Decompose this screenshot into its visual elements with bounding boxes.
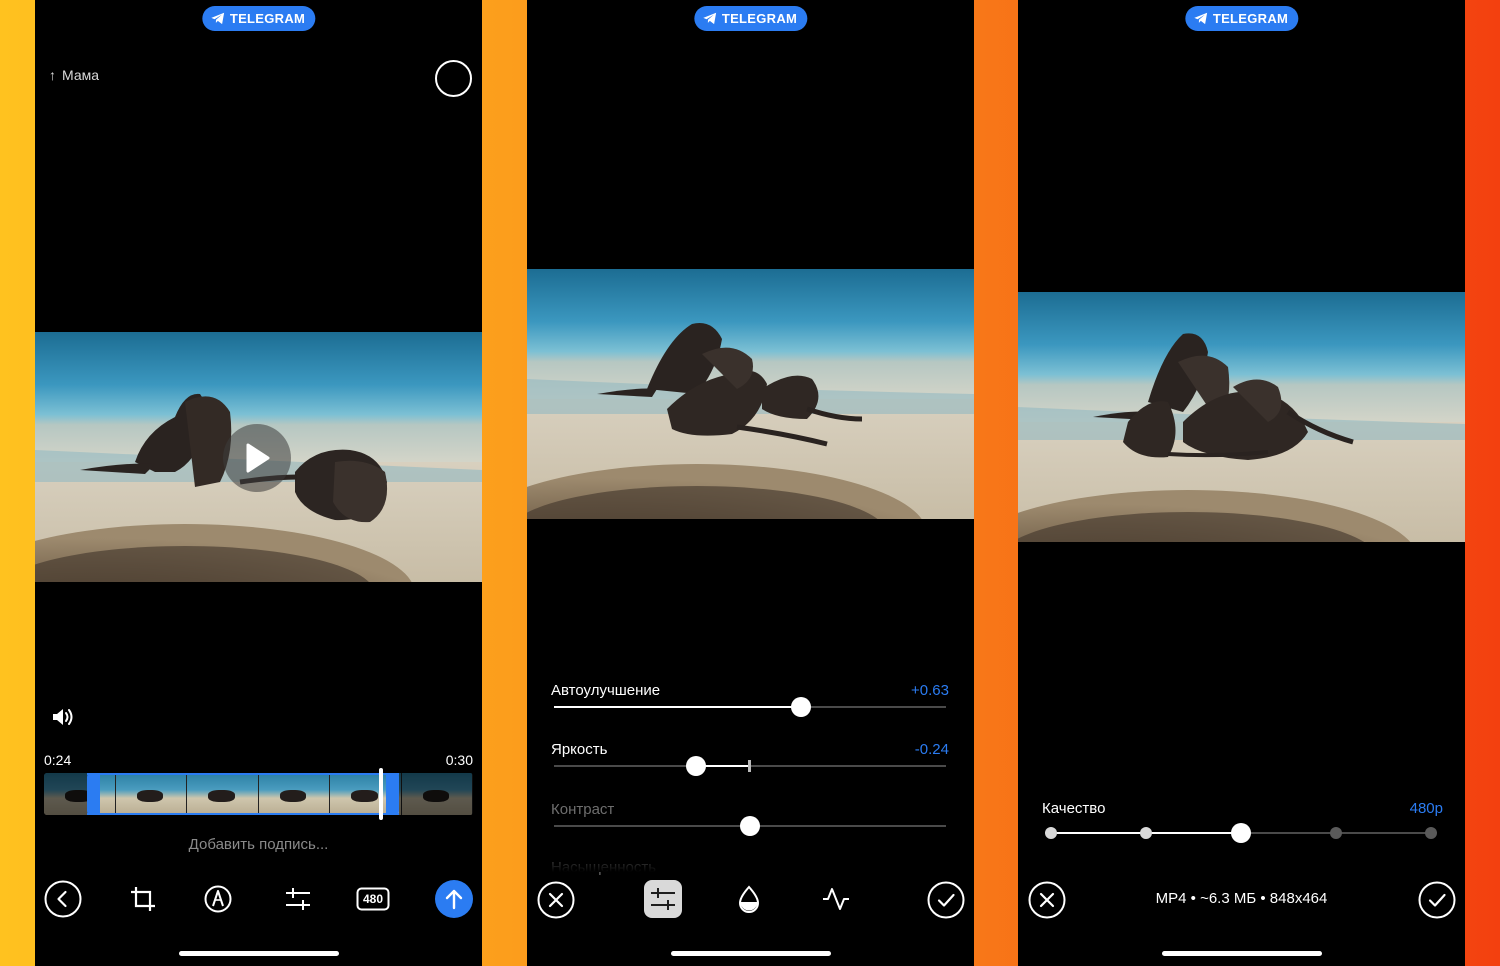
video-frame bbox=[527, 269, 974, 519]
telegram-icon bbox=[210, 12, 224, 25]
slider-value: -0.24 bbox=[914, 741, 949, 758]
slider-knob[interactable] bbox=[686, 756, 706, 776]
slider-fill bbox=[554, 706, 801, 708]
confirm-button[interactable] bbox=[926, 880, 966, 920]
play-button[interactable] bbox=[223, 424, 291, 492]
caption-input[interactable]: Добавить подпись... bbox=[35, 836, 482, 853]
slider-brightness[interactable]: Яркость -0.24 bbox=[551, 741, 949, 776]
editor-toolbar: 480 bbox=[44, 880, 473, 918]
trimmed-region-left bbox=[44, 773, 88, 815]
curves-tab[interactable] bbox=[817, 880, 855, 918]
cancel-icon bbox=[1028, 881, 1066, 919]
select-checkbox[interactable] bbox=[435, 60, 472, 97]
slider-label: Автоулучшение bbox=[551, 682, 661, 699]
video-preview[interactable] bbox=[35, 332, 482, 582]
confirm-button[interactable] bbox=[1417, 880, 1457, 920]
quality-toolbar bbox=[1027, 880, 1456, 920]
adjust-button[interactable] bbox=[279, 880, 317, 918]
adjustments-screen: TELEGRAM Автоулучшение +0.63 Яркость -0.… bbox=[527, 0, 974, 966]
trim-end-time: 0:30 bbox=[445, 752, 473, 768]
curves-icon bbox=[823, 888, 849, 910]
send-icon bbox=[445, 889, 463, 910]
telegram-icon bbox=[1193, 12, 1207, 25]
cancel-button[interactable] bbox=[1027, 880, 1067, 920]
telegram-badge: TELEGRAM bbox=[693, 6, 808, 31]
slider-label: Яркость bbox=[551, 741, 608, 758]
back-icon bbox=[44, 880, 82, 918]
draw-icon bbox=[204, 885, 232, 913]
confirm-icon bbox=[927, 881, 965, 919]
draw-button[interactable] bbox=[199, 880, 237, 918]
crop-icon bbox=[131, 887, 155, 911]
quality-badge-text: 480 bbox=[362, 892, 384, 906]
confirm-icon bbox=[1418, 881, 1456, 919]
recipient-name: Мама bbox=[62, 67, 100, 83]
quality-slider-knob[interactable] bbox=[1231, 823, 1251, 843]
tint-icon bbox=[738, 885, 760, 913]
trimmed-region-right bbox=[399, 773, 473, 815]
adjust-tools-icon bbox=[651, 888, 675, 910]
quality-step[interactable] bbox=[1425, 827, 1437, 839]
tint-tab[interactable] bbox=[730, 880, 768, 918]
slider-value: +0.63 bbox=[911, 682, 949, 699]
quality-button[interactable]: 480 bbox=[354, 880, 392, 918]
arrow-up-icon: ↑ bbox=[49, 67, 56, 83]
trim-handle-right[interactable] bbox=[386, 773, 399, 815]
home-indicator bbox=[670, 951, 831, 956]
volume-icon[interactable] bbox=[51, 706, 75, 728]
badge-label: TELEGRAM bbox=[1212, 11, 1289, 26]
crop-button[interactable] bbox=[124, 880, 162, 918]
video-preview bbox=[527, 269, 974, 519]
quality-step[interactable] bbox=[1330, 827, 1342, 839]
adjust-icon bbox=[286, 888, 310, 910]
video-editor-screen: TELEGRAM ↑ Мама 0:24 0:30 Добавить подпи… bbox=[35, 0, 482, 966]
send-button[interactable] bbox=[435, 880, 473, 918]
adjust-tools-tab[interactable] bbox=[644, 880, 682, 918]
slider-auto-enhance[interactable]: Автоулучшение +0.63 bbox=[551, 682, 949, 717]
play-icon bbox=[246, 443, 270, 473]
slider-center-tick bbox=[748, 760, 751, 772]
trim-handle-left[interactable] bbox=[87, 773, 100, 815]
adjust-toolbar bbox=[536, 880, 965, 920]
quality-step[interactable] bbox=[1140, 827, 1152, 839]
video-frame bbox=[1018, 292, 1465, 542]
quality-label: Качество bbox=[1042, 800, 1106, 817]
telegram-icon bbox=[702, 12, 716, 25]
recipient[interactable]: ↑ Мама bbox=[49, 67, 99, 83]
telegram-badge: TELEGRAM bbox=[201, 6, 316, 31]
slider-knob[interactable] bbox=[791, 697, 811, 717]
cancel-icon bbox=[537, 881, 575, 919]
telegram-badge: TELEGRAM bbox=[1184, 6, 1299, 31]
video-preview bbox=[1018, 292, 1465, 542]
badge-label: TELEGRAM bbox=[721, 11, 798, 26]
scroll-fade bbox=[527, 850, 974, 872]
slider-contrast[interactable]: Контраст bbox=[551, 801, 949, 836]
trim-start-time: 0:24 bbox=[44, 752, 72, 768]
cancel-button[interactable] bbox=[536, 880, 576, 920]
badge-label: TELEGRAM bbox=[229, 11, 306, 26]
trim-selection bbox=[87, 773, 399, 815]
home-indicator bbox=[1161, 951, 1322, 956]
quality-screen: TELEGRAM Качество 480p MP4 • ~6.3 МБ • 8… bbox=[1018, 0, 1465, 966]
playhead-scrubber[interactable] bbox=[379, 768, 383, 820]
slider-knob[interactable] bbox=[740, 816, 760, 836]
quality-value: 480p bbox=[1409, 800, 1443, 817]
back-button[interactable] bbox=[44, 880, 82, 918]
quality-step[interactable] bbox=[1045, 827, 1057, 839]
home-indicator bbox=[178, 951, 339, 956]
